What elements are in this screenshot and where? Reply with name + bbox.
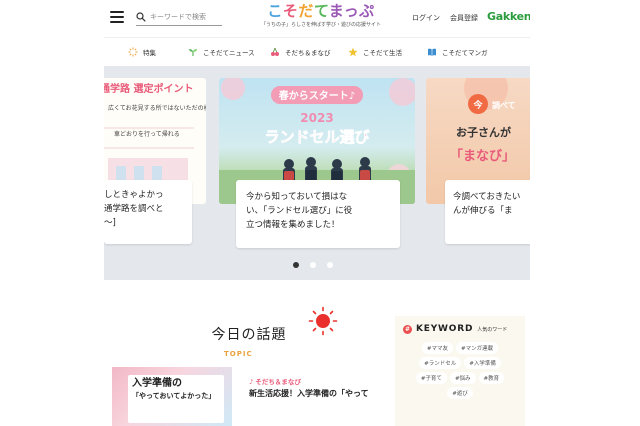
login-link[interactable]: ログイン [412,13,440,23]
topic-headline[interactable]: 新生活応援！入学準備の「やって [249,388,369,399]
keyword-tag[interactable]: #マンガ連載 [456,342,499,354]
slide-caption-next[interactable]: 今調べておきたい んが伸びる「ま [445,180,530,244]
nav-label: 特集 [143,49,156,57]
page: こそだてまっぷ 「うちの子」らしさを伸ばす学び・遊びの応援サイト ログイン 会員… [0,0,640,426]
topic-category[interactable]: ♪ そだち＆まなび [249,376,301,386]
category-nav: 特集 こそだてニュース そだち＆まなび こそだて生活 こそだてマンガ [104,37,530,65]
keyword-tag[interactable]: #悩み [449,372,476,384]
slide-image-text: お子さんが [456,125,511,139]
nav-item-life[interactable]: こそだて生活 [348,47,402,57]
thumbnail-text: 「やっておいてよかった」 [132,392,216,400]
keyword-tag[interactable]: #ママ友 [421,342,453,354]
hero-carousel[interactable]: 通学路 選定ポイント 広くてお花見する所ではないただの桜並木 車どおりを行って帰… [104,66,530,280]
keyword-tag[interactable]: #教育 [478,372,505,384]
keyword-title: KEYWORD [416,324,474,334]
logo-text: こそだてまっぷ [256,3,386,20]
logo-char: こ [267,2,283,20]
nav-item-news[interactable]: こそだてニュース [188,47,255,57]
star-icon [348,47,358,57]
keyword-tag[interactable]: #入学準備 [464,357,501,369]
caption-line: い、「ランドセル選び」に役 [246,206,353,216]
search-icon [136,11,146,22]
slide-image-text: 車どおりを行って帰れる [114,130,180,138]
banner-year: 2023 [300,111,333,125]
menu-bar [110,21,124,23]
nav-label: こそだてマンガ [442,49,488,57]
nav-label: そだち＆まなび [285,49,331,57]
site-logo[interactable]: こそだてまっぷ 「うちの子」らしさを伸ばす学び・遊びの応援サイト [256,3,386,29]
slide-image-text: 「まなび」 [450,148,515,164]
category-label: そだち＆まなび [255,378,301,386]
carousel-dot-1[interactable] [293,262,299,268]
logo-char: だ [298,2,314,20]
today-topic-title: 今日の話題 [211,327,287,343]
banner-top-text: 春からスタート♪ [279,89,355,102]
slide-image-text: 通学路 選定ポイント [104,82,193,95]
caption-line: 立つ情報を集めました！ [246,220,340,230]
menu-button[interactable] [110,11,124,23]
badge-text: 今 [472,99,483,111]
keyword-tag[interactable]: #ランドセル [419,357,462,369]
caption-line: んが伸びる「ま [453,206,513,216]
topic-thumbnail[interactable]: 入学準備の 「やっておいてよかった」 [112,367,232,426]
keyword-panel: # KEYWORD 人気のワード #ママ友 #マンガ連載 #ランドセル #入学準… [395,316,525,426]
logo-char: そ [282,2,299,20]
caption-line: 今から知っておいて損はな [246,192,348,202]
thumbnail-text: 入学準備の [132,378,182,389]
brand-logo[interactable]: Gakken [487,10,530,23]
keyword-tag[interactable]: #子育て [415,372,447,384]
logo-char: て [313,2,329,20]
nav-item-manga[interactable]: こそだてマンガ [427,47,488,57]
topic-label: TOPIC [224,350,253,358]
register-link[interactable]: 会員登録 [450,13,478,23]
keyword-tags: #ママ友 #マンガ連載 #ランドセル #入学準備 #子育て #悩み #教育 #遊… [403,342,517,399]
caption-line: 通学路を調べと [104,204,164,214]
hashtag-icon: # [403,324,412,334]
nav-label: こそだてニュース [203,49,255,57]
slide-caption-active[interactable]: 今から知っておいて損はな い、「ランドセル選び」に役 立つ情報を集めました！ [236,180,400,248]
logo-subtitle: 「うちの子」らしさを伸ばす学び・遊びの応援サイト [260,22,381,28]
nav-item-feature[interactable]: 特集 [128,47,156,57]
caption-line: しときゃよかっ [104,190,164,200]
caption-line: 〜] [104,218,116,228]
book-icon [427,47,437,57]
logo-char: まっぷ [328,2,375,20]
content-column: こそだてまっぷ 「うちの子」らしさを伸ばす学び・遊びの応援サイト ログイン 会員… [104,0,530,426]
menu-bar [110,16,124,18]
keyword-subtitle: 人気のワード [477,326,508,333]
cherry-icon [270,47,280,57]
nav-label: こそだて生活 [363,49,402,57]
carousel-dot-2[interactable] [310,262,316,268]
caption-line: 今調べておきたい [453,192,521,202]
slide-caption-prev[interactable]: しときゃよかっ 通学路を調べと 〜] [104,180,192,244]
badge-caption: 調べて [492,100,516,110]
banner-title: ランドセル選び [264,128,369,146]
keyword-header: # KEYWORD 人気のワード [403,324,517,334]
header: こそだてまっぷ 「うちの子」らしさを伸ばす学び・遊びの応援サイト ログイン 会員… [104,0,530,36]
search-input[interactable] [150,12,220,21]
topic-thumbnail-banner: 入学準備の 「やっておいてよかった」 [128,375,224,423]
slide-image-text: 広くてお花見する所ではないただの桜並木 [108,104,206,112]
search-box[interactable] [136,8,222,26]
carousel-pagination [293,262,333,268]
menu-bar [110,11,124,13]
carousel-dot-3[interactable] [327,262,333,268]
sparkle-icon [128,47,138,57]
nav-item-learning[interactable]: そだち＆まなび [270,47,331,57]
keyword-tag[interactable]: #遊び [447,387,473,399]
sprout-icon [188,47,198,57]
